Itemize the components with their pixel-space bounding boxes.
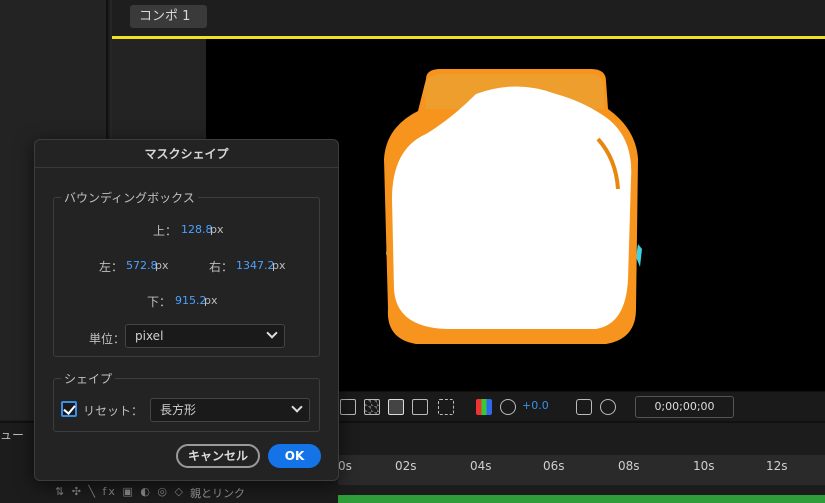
grid-guides-icon[interactable] bbox=[438, 399, 454, 415]
ruler-label: 12s bbox=[766, 459, 788, 473]
transparency-grid-icon[interactable] bbox=[364, 399, 380, 415]
safe-margins-icon[interactable] bbox=[412, 399, 428, 415]
units-label: 単位： bbox=[89, 332, 126, 346]
comp-tab[interactable]: コンポ 1 bbox=[130, 5, 207, 28]
cancel-button[interactable]: キャンセル bbox=[176, 444, 260, 468]
exposure-value[interactable]: +0.0 bbox=[522, 399, 549, 412]
bounding-box-label: バウンディングボックス bbox=[61, 189, 198, 206]
shape-label: シェイプ bbox=[61, 370, 116, 387]
ruler-label: 10s bbox=[693, 459, 715, 473]
ruler-label: 06s bbox=[543, 459, 565, 473]
top-unit: px bbox=[210, 223, 224, 236]
ok-button[interactable]: OK bbox=[268, 444, 321, 468]
reset-checkbox[interactable] bbox=[61, 401, 77, 417]
right-value[interactable]: 1347.2 bbox=[236, 259, 275, 272]
right-unit: px bbox=[272, 259, 286, 272]
mask-path-icon[interactable] bbox=[388, 399, 404, 415]
snapshot-camera-icon[interactable] bbox=[576, 399, 592, 415]
ruler-label: 04s bbox=[470, 459, 492, 473]
chevron-down-icon bbox=[266, 327, 278, 339]
viewer-control-bar: +0.0 0;00;00;00 bbox=[330, 391, 825, 421]
dialog-title: マスクシェイプ bbox=[35, 140, 338, 168]
shape-select[interactable]: 長方形 bbox=[150, 398, 310, 422]
ruler-label: 02s bbox=[395, 459, 417, 473]
reset-label: リセット： bbox=[83, 404, 144, 418]
left-value[interactable]: 572.8 bbox=[126, 259, 158, 272]
units-select[interactable]: pixel bbox=[125, 324, 285, 348]
left-unit: px bbox=[155, 259, 169, 272]
bottom-unit: px bbox=[204, 294, 218, 307]
left-label: 左： bbox=[99, 260, 124, 274]
comp-tab-bar bbox=[112, 0, 825, 36]
channel-rgb-icon[interactable] bbox=[476, 399, 492, 415]
show-snapshot-icon[interactable] bbox=[600, 399, 616, 415]
shape-select-value: 長方形 bbox=[160, 403, 197, 417]
region-of-interest-icon[interactable] bbox=[340, 399, 356, 415]
top-label: 上： bbox=[153, 224, 178, 238]
units-select-value: pixel bbox=[135, 329, 164, 343]
mask-shape-dialog: マスクシェイプ バウンディングボックス 上： 128.8 px 左： 572.8… bbox=[34, 139, 339, 481]
layer-switch-icons[interactable]: ⇅ ✣ ╲ fx ▣ ◐ ◎ ◇ bbox=[55, 485, 185, 498]
timecode-display[interactable]: 0;00;00;00 bbox=[635, 396, 734, 418]
layer-duration-bar[interactable] bbox=[338, 495, 825, 503]
timeline-tab-label[interactable]: ュー bbox=[0, 426, 24, 443]
right-label: 右： bbox=[209, 260, 234, 274]
ruler-label: 08s bbox=[618, 459, 640, 473]
ruler-label: 0s bbox=[338, 459, 352, 473]
chevron-down-icon bbox=[291, 401, 303, 413]
reset-exposure-icon[interactable] bbox=[500, 399, 516, 415]
bottom-value[interactable]: 915.2 bbox=[175, 294, 207, 307]
top-value[interactable]: 128.8 bbox=[181, 223, 213, 236]
time-ruler[interactable]: 0s 02s 04s 06s 08s 10s 12s bbox=[338, 455, 825, 485]
parent-link-label: 親とリンク bbox=[190, 487, 245, 500]
bottom-label: 下： bbox=[147, 295, 172, 309]
